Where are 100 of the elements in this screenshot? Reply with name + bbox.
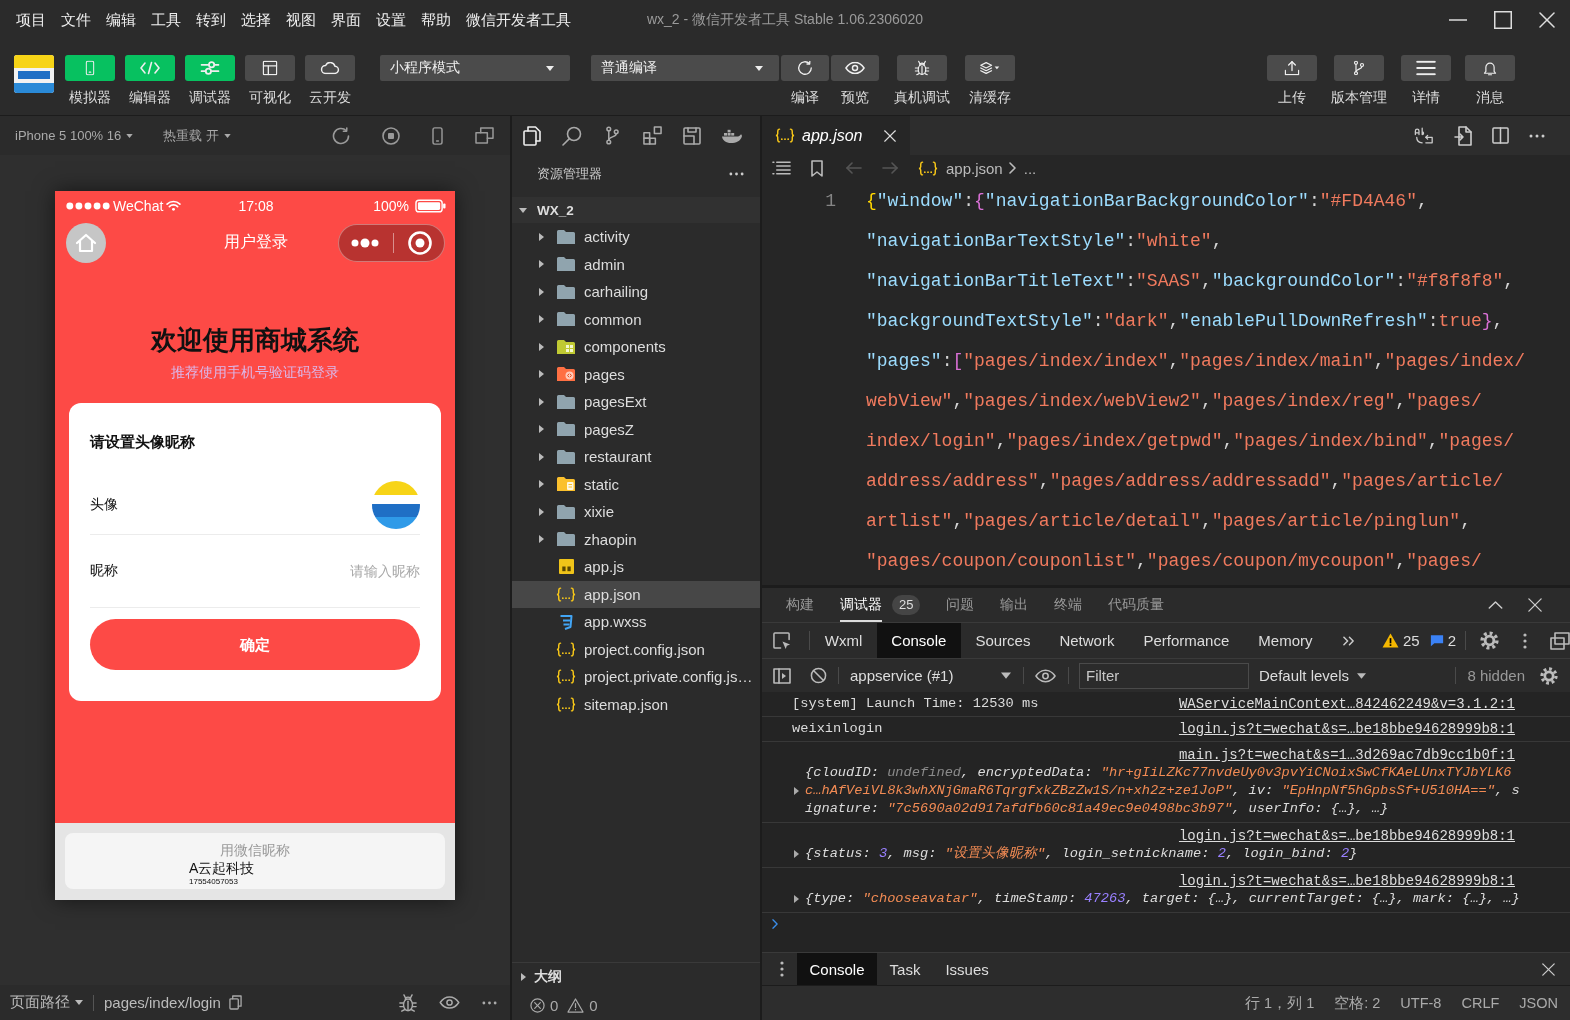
more-tabs-icon[interactable] <box>1342 635 1355 646</box>
remote-debug-button[interactable]: 真机调试 <box>894 55 950 105</box>
inspect-icon[interactable] <box>773 631 791 650</box>
tree-item[interactable]: pagesZ <box>512 415 760 443</box>
nickname-input[interactable]: 请输入昵称 <box>270 563 420 579</box>
file-arrow-icon[interactable] <box>1454 125 1472 146</box>
panel-tab[interactable]: 构建 <box>786 588 814 622</box>
drawer-tab[interactable]: Issues <box>932 953 1002 985</box>
menu-item[interactable]: 文件 <box>61 10 91 30</box>
blocks-icon[interactable] <box>642 126 662 145</box>
compile-mode-dropdown[interactable]: 普通编译 <box>591 55 779 81</box>
breadcrumb-file[interactable]: app.json <box>946 159 1003 177</box>
tree-item[interactable]: restaurant <box>512 443 760 471</box>
cloud-button[interactable]: 云开发 <box>305 55 355 105</box>
branch-icon[interactable] <box>605 126 619 145</box>
debugger-button[interactable]: 调试器 <box>185 55 235 105</box>
dock-icon[interactable] <box>1550 631 1570 650</box>
home-icon[interactable] <box>66 222 106 263</box>
page-path-dropdown[interactable]: 页面路径 <box>10 993 83 1012</box>
tree-item[interactable]: app.json <box>512 580 760 608</box>
editor-tab[interactable]: app.json <box>762 116 910 155</box>
capsule-menu[interactable] <box>338 223 445 262</box>
menu-item[interactable]: 选择 <box>241 10 271 30</box>
panel-tab[interactable]: 问题 <box>946 588 975 622</box>
line-ending-setting[interactable]: CRLF <box>1461 995 1500 1011</box>
split-view-icon[interactable] <box>1492 127 1509 144</box>
settings-icon[interactable] <box>1540 666 1558 685</box>
tree-item[interactable]: project.private.config.js… <box>512 663 760 691</box>
sidebar-icon[interactable] <box>773 667 791 684</box>
source-link[interactable]: login.js?t=wechat&s=…be18bbe94628999b8:1 <box>1178 720 1515 738</box>
compile-button[interactable]: 编译 <box>781 55 829 105</box>
menu-item[interactable]: 转到 <box>196 10 226 30</box>
more-icon[interactable] <box>482 1000 497 1005</box>
kebab-icon[interactable] <box>780 961 784 977</box>
devtools-tab[interactable]: Memory <box>1243 623 1327 658</box>
mode-dropdown[interactable]: 小程序模式 <box>380 55 570 81</box>
editor-button[interactable]: 编辑器 <box>125 55 175 105</box>
devtools-tab[interactable]: Performance <box>1128 623 1244 658</box>
menu-item[interactable]: 视图 <box>286 10 316 30</box>
devtools-tab[interactable]: Network <box>1044 623 1129 658</box>
close-icon[interactable] <box>1542 962 1555 976</box>
menu-item[interactable]: 编辑 <box>106 10 136 30</box>
search-icon[interactable] <box>562 125 582 146</box>
eye-icon[interactable] <box>439 996 460 1009</box>
panel-tab[interactable]: 代码质量 <box>1108 588 1165 622</box>
more-icon[interactable] <box>729 172 744 176</box>
tree-item[interactable]: app.js <box>512 553 760 581</box>
filter-input[interactable]: Filter <box>1079 662 1249 689</box>
clear-cache-button[interactable]: 清缓存 <box>965 55 1015 105</box>
drawer-tab[interactable]: Task <box>877 953 933 985</box>
expand-icon[interactable] <box>794 895 799 903</box>
source-link[interactable]: login.js?t=wechat&s=…be18bbe94628999b8:1 <box>1178 827 1515 845</box>
breadcrumb-more[interactable]: ... <box>1023 159 1037 177</box>
menu-item[interactable]: 帮助 <box>421 10 451 30</box>
encoding-setting[interactable]: UTF-8 <box>1400 995 1442 1011</box>
save-icon[interactable] <box>683 126 701 145</box>
collapse-icon[interactable] <box>1488 601 1503 609</box>
panel-tab[interactable]: 输出 <box>1000 588 1029 622</box>
tree-item[interactable]: sitemap.json <box>512 690 760 718</box>
stop-icon[interactable] <box>382 126 400 145</box>
tree-item[interactable]: admin <box>512 250 760 278</box>
tree-item[interactable]: pagesExt <box>512 388 760 416</box>
tree-item[interactable]: common <box>512 305 760 333</box>
language-mode[interactable]: JSON <box>1519 995 1558 1011</box>
tree-item[interactable]: zhaopin <box>512 525 760 553</box>
tree-item[interactable]: app.wxss <box>512 608 760 636</box>
close-icon[interactable] <box>1539 12 1555 28</box>
rotate-icon[interactable] <box>332 126 350 145</box>
menu-item[interactable]: 设置 <box>376 10 406 30</box>
kebab-icon[interactable] <box>1523 632 1527 649</box>
expand-icon[interactable] <box>794 787 799 795</box>
more-icon[interactable] <box>1529 133 1545 138</box>
files-icon[interactable] <box>523 125 541 146</box>
details-button[interactable]: 详情 <box>1401 55 1451 105</box>
tree-item[interactable]: static <box>512 470 760 498</box>
bug-icon[interactable] <box>399 993 417 1012</box>
menu-item[interactable]: 微信开发者工具 <box>466 10 571 30</box>
devtools-tab[interactable]: Sources <box>960 623 1045 658</box>
hot-reload-dropdown[interactable]: 热重载 开 <box>163 126 231 145</box>
upload-button[interactable]: 上传 <box>1267 55 1317 105</box>
levels-dropdown[interactable]: Default levels <box>1259 659 1367 692</box>
cursor-position[interactable]: 行 1，列 1 <box>1245 993 1315 1013</box>
close-icon[interactable] <box>884 129 896 142</box>
visual-editor-button[interactable]: 可视化 <box>245 55 295 105</box>
version-button[interactable]: 版本管理 <box>1331 55 1387 105</box>
phone-icon[interactable] <box>432 126 443 145</box>
text-swap-icon[interactable] <box>1414 127 1434 144</box>
source-link[interactable]: WAServiceMainContext…842462249&v=3.1.2:1 <box>1178 695 1515 713</box>
eye-icon[interactable] <box>1035 668 1056 683</box>
device-dropdown[interactable]: iPhone 5 100% 16 <box>15 128 134 143</box>
bookmark-icon[interactable] <box>811 159 823 177</box>
clear-icon[interactable] <box>810 667 827 684</box>
preview-button[interactable]: 预览 <box>831 55 879 105</box>
menu-item[interactable]: 项目 <box>16 10 46 30</box>
tree-item[interactable]: carhailing <box>512 278 760 306</box>
tree-item[interactable]: WX_2 <box>512 197 760 223</box>
whale-icon[interactable] <box>721 127 743 144</box>
outline-icon[interactable] <box>772 161 791 175</box>
messages-button[interactable]: 消息 <box>1465 55 1515 105</box>
maximize-icon[interactable] <box>1494 11 1512 29</box>
